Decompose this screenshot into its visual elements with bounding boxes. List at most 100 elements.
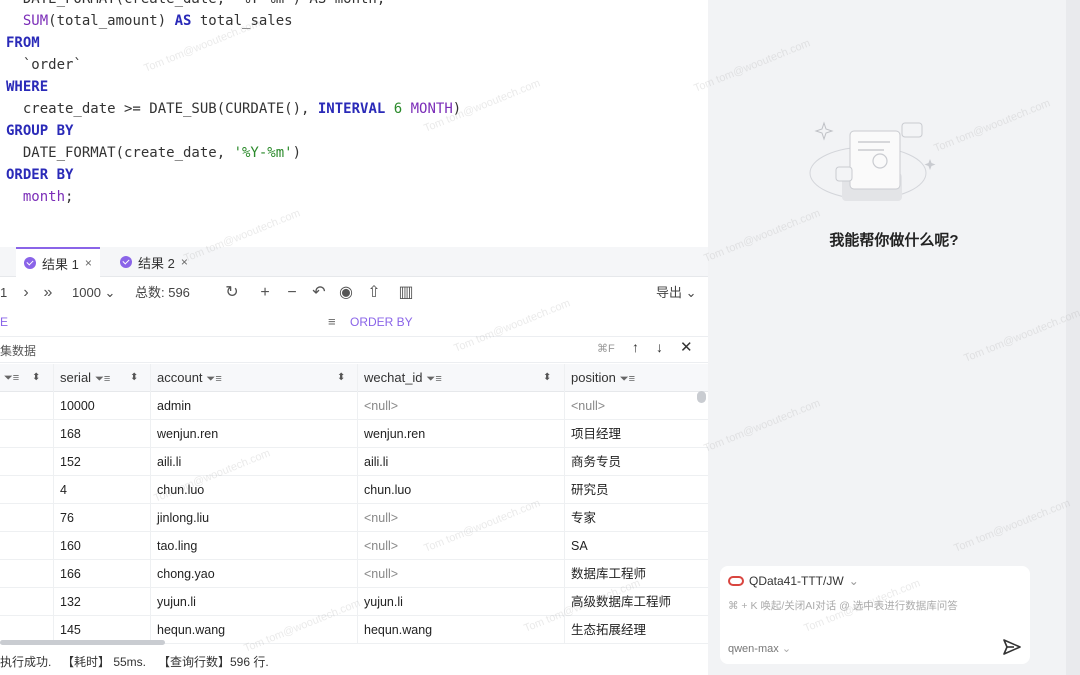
- tab-result-1[interactable]: 结果 1 ×: [16, 247, 100, 277]
- table-cell[interactable]: 168: [60, 420, 81, 448]
- table-cell[interactable]: 项目经理: [571, 420, 621, 448]
- page-size-select[interactable]: 1000 ⌄: [72, 283, 115, 303]
- sort-icon[interactable]: ⬍: [337, 364, 345, 392]
- export-label: 导出: [656, 285, 683, 300]
- column-header-serial[interactable]: serial ⏷≡: [60, 364, 110, 392]
- table-cell[interactable]: chun.luo: [157, 476, 204, 504]
- column-header-wechat-id[interactable]: wechat_id ⏷≡: [364, 364, 442, 392]
- table-row[interactable]: 168 wenjun.ren wenjun.ren 项目经理: [0, 420, 708, 448]
- table-cell[interactable]: aili.li: [364, 448, 388, 476]
- next-page-icon[interactable]: ›: [16, 283, 36, 303]
- table-row[interactable]: 152 aili.li aili.li 商务专员: [0, 448, 708, 476]
- model-selector[interactable]: qwen-max ⌄: [728, 642, 791, 655]
- code-token: ): [452, 101, 462, 117]
- table-cell[interactable]: 专家: [571, 504, 596, 532]
- status-result: 执行成功.: [0, 655, 52, 669]
- table-cell[interactable]: wenjun.ren: [157, 420, 218, 448]
- table-cell[interactable]: chun.luo: [364, 476, 411, 504]
- datasource-selector[interactable]: QData41-TTT/JW ⌄: [728, 574, 859, 588]
- status-time: 【耗时】 55ms.: [62, 655, 147, 669]
- filter-icon[interactable]: ⏷≡: [620, 373, 635, 385]
- chart-icon[interactable]: ▥: [396, 283, 416, 303]
- code-line[interactable]: DATE_FORMAT(create_date, '%Y-%m') AS mon…: [6, 0, 385, 10]
- last-page-icon[interactable]: »: [38, 283, 58, 303]
- close-icon[interactable]: ×: [181, 255, 188, 269]
- table-cell[interactable]: 166: [60, 560, 81, 588]
- chat-input-box[interactable]: QData41-TTT/JW ⌄ ⌘ + K 唤起/关闭AI对话 @ 选中表进行…: [720, 566, 1030, 664]
- code-line[interactable]: DATE_FORMAT(create_date, '%Y-%m'): [6, 142, 301, 164]
- add-row-icon[interactable]: +: [255, 283, 275, 303]
- code-line[interactable]: `order`: [6, 54, 82, 76]
- refresh-icon[interactable]: ↻: [222, 283, 242, 303]
- table-row[interactable]: 160 tao.ling <null> SA: [0, 532, 708, 560]
- filter-icon[interactable]: ⏷≡: [4, 364, 19, 392]
- tab-result-2[interactable]: 结果 2 ×: [112, 247, 196, 277]
- table-cell[interactable]: 商务专员: [571, 448, 621, 476]
- table-cell[interactable]: <null>: [364, 504, 398, 532]
- table-cell[interactable]: wenjun.ren: [364, 420, 425, 448]
- code-line[interactable]: SUM(total_amount) AS total_sales: [6, 10, 293, 32]
- table-row[interactable]: 4 chun.luo chun.luo 研究员: [0, 476, 708, 504]
- order-by-input[interactable]: ORDER BY: [350, 315, 413, 329]
- table-cell[interactable]: jinlong.liu: [157, 504, 209, 532]
- table-cell[interactable]: 160: [60, 532, 81, 560]
- code-line[interactable]: ORDER BY: [6, 164, 73, 186]
- table-cell[interactable]: 数据库工程师: [571, 560, 646, 588]
- search-input[interactable]: 集数据: [0, 342, 36, 359]
- column-header-account[interactable]: account ⏷≡: [157, 364, 222, 392]
- table-row[interactable]: 10000 admin <null> <null>: [0, 392, 708, 420]
- code-line[interactable]: month;: [6, 186, 74, 208]
- table-cell[interactable]: 生态拓展经理: [571, 616, 646, 644]
- where-input-fragment[interactable]: E: [0, 315, 8, 329]
- table-cell[interactable]: tao.ling: [157, 532, 197, 560]
- chat-input[interactable]: ⌘ + K 唤起/关闭AI对话 @ 选中表进行数据库问答: [728, 598, 958, 613]
- table-cell[interactable]: yujun.li: [157, 588, 196, 616]
- table-cell[interactable]: 4: [60, 476, 67, 504]
- table-cell[interactable]: <null>: [571, 392, 605, 420]
- sql-editor[interactable]: DATE_FORMAT(create_date, '%Y-%m') AS mon…: [0, 0, 708, 247]
- table-cell[interactable]: 研究员: [571, 476, 609, 504]
- table-cell[interactable]: 高级数据库工程师: [571, 588, 671, 616]
- table-cell[interactable]: <null>: [364, 392, 398, 420]
- send-icon[interactable]: [1002, 638, 1022, 656]
- table-cell[interactable]: hequn.wang: [157, 616, 225, 644]
- arrow-down-icon[interactable]: ↓: [656, 339, 663, 355]
- table-cell[interactable]: 132: [60, 588, 81, 616]
- code-line[interactable]: FROM: [6, 32, 40, 54]
- table-cell[interactable]: hequn.wang: [364, 616, 432, 644]
- filter-icon[interactable]: ⏷≡: [427, 373, 442, 385]
- table-cell[interactable]: <null>: [364, 532, 398, 560]
- horizontal-scrollbar[interactable]: [0, 640, 165, 645]
- table-cell[interactable]: 152: [60, 448, 81, 476]
- table-cell[interactable]: aili.li: [157, 448, 181, 476]
- table-row[interactable]: 166 chong.yao <null> 数据库工程师: [0, 560, 708, 588]
- table-cell[interactable]: yujun.li: [364, 588, 403, 616]
- sort-icon[interactable]: ⬍: [543, 364, 551, 392]
- table-cell[interactable]: SA: [571, 532, 588, 560]
- filter-icon[interactable]: ⏷≡: [95, 373, 110, 385]
- view-icon[interactable]: ◉: [336, 283, 356, 303]
- sort-icon[interactable]: ⬍: [130, 364, 138, 392]
- arrow-up-icon[interactable]: ↑: [632, 339, 639, 355]
- table-cell[interactable]: 10000: [60, 392, 95, 420]
- close-icon[interactable]: ×: [85, 256, 92, 270]
- table-row[interactable]: 76 jinlong.liu <null> 专家: [0, 504, 708, 532]
- code-line[interactable]: GROUP BY: [6, 120, 73, 142]
- tab-label: 结果 1: [42, 256, 79, 272]
- delete-row-icon[interactable]: −: [282, 283, 302, 303]
- code-line[interactable]: WHERE: [6, 76, 48, 98]
- table-cell[interactable]: admin: [157, 392, 191, 420]
- table-row[interactable]: 132 yujun.li yujun.li 高级数据库工程师: [0, 588, 708, 616]
- close-icon[interactable]: ✕: [680, 338, 693, 356]
- vertical-scrollbar[interactable]: [697, 391, 706, 403]
- code-line[interactable]: create_date >= DATE_SUB(CURDATE(), INTER…: [6, 98, 461, 120]
- filter-icon[interactable]: ⏷≡: [207, 373, 222, 385]
- column-header-position[interactable]: position ⏷≡: [571, 364, 635, 392]
- export-button[interactable]: 导出 ⌄: [656, 283, 697, 303]
- table-cell[interactable]: 76: [60, 504, 74, 532]
- upload-icon[interactable]: ⇧: [364, 283, 384, 303]
- sort-icon[interactable]: ⬍: [32, 364, 40, 392]
- table-cell[interactable]: <null>: [364, 560, 398, 588]
- undo-icon[interactable]: ↶: [309, 283, 329, 303]
- table-cell[interactable]: chong.yao: [157, 560, 215, 588]
